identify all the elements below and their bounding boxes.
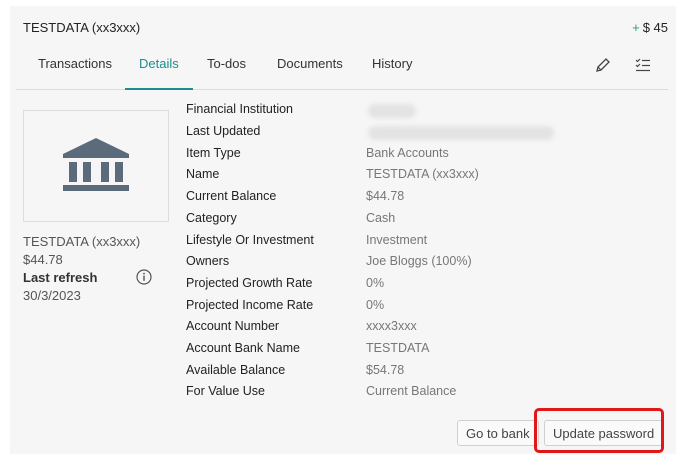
- detail-row: Account Bank Name TESTDATA: [186, 341, 666, 361]
- tab-bar: Transactions Details To-dos Documents Hi…: [16, 46, 668, 90]
- redacted-value: [368, 104, 416, 118]
- detail-row: Last Updated: [186, 124, 666, 144]
- sidebar-account-name: TESTDATA (xx3xxx): [23, 234, 141, 249]
- detail-label: Last Updated: [186, 124, 261, 138]
- detail-label: Projected Growth Rate: [186, 276, 313, 290]
- detail-value: TESTDATA: [366, 341, 430, 355]
- last-refresh-label: Last refresh: [23, 270, 98, 285]
- detail-value: 0%: [366, 276, 385, 290]
- detail-row: Category Cash: [186, 211, 666, 231]
- sidebar-balance: $44.78: [23, 252, 63, 267]
- detail-row: Projected Growth Rate 0%: [186, 276, 666, 296]
- detail-value: $44.78: [366, 189, 405, 203]
- account-card: TESTDATA (xx3xxx) + $ 45 Transactions Det…: [10, 6, 676, 454]
- detail-row: Account Number xxxx3xxx: [186, 319, 666, 339]
- detail-row: Lifestyle Or Investment Investment: [186, 233, 666, 253]
- detail-value: Bank Accounts: [366, 146, 449, 160]
- detail-label: Account Bank Name: [186, 341, 300, 355]
- tab-details[interactable]: Details: [125, 46, 193, 90]
- detail-row: Item Type Bank Accounts: [186, 146, 666, 166]
- go-to-bank-button[interactable]: Go to bank: [457, 420, 539, 446]
- bank-icon: [63, 138, 129, 191]
- last-refresh-date: 30/3/2023: [23, 288, 81, 303]
- detail-value: Cash: [366, 211, 396, 225]
- detail-label: Item Type: [186, 146, 241, 160]
- detail-label: Available Balance: [186, 363, 286, 377]
- detail-value: Current Balance: [366, 384, 457, 398]
- detail-row: Name TESTDATA (xx3xxx): [186, 167, 666, 187]
- detail-value: xxxx3xxx: [366, 319, 417, 333]
- tab-documents[interactable]: Documents: [277, 46, 343, 89]
- detail-value: Joe Bloggs (100%): [366, 254, 472, 268]
- account-title: TESTDATA (xx3xxx): [23, 20, 141, 35]
- detail-row: Available Balance $54.78: [186, 363, 666, 383]
- detail-label: Projected Income Rate: [186, 298, 314, 312]
- detail-label: Lifestyle Or Investment: [186, 233, 314, 247]
- detail-row: Current Balance $44.78: [186, 189, 666, 209]
- detail-label: Name: [186, 167, 220, 181]
- change-amount: $ 45: [642, 20, 668, 35]
- balance-change: + $ 45: [632, 20, 668, 35]
- tab-to-dos[interactable]: To-dos: [207, 46, 246, 89]
- detail-label: Financial Institution: [186, 102, 294, 116]
- checklist-icon[interactable]: [634, 56, 652, 74]
- detail-row: Financial Institution: [186, 102, 666, 122]
- tab-history[interactable]: History: [372, 46, 412, 89]
- detail-value: Investment: [366, 233, 428, 247]
- pencil-icon[interactable]: [594, 56, 612, 74]
- change-sign: +: [632, 20, 640, 35]
- redacted-value: [368, 126, 554, 140]
- highlight-box: [534, 408, 664, 453]
- detail-row: Owners Joe Bloggs (100%): [186, 254, 666, 274]
- detail-value: 0%: [366, 298, 385, 312]
- detail-label: For Value Use: [186, 384, 265, 398]
- detail-row: Projected Income Rate 0%: [186, 298, 666, 318]
- detail-value: $54.78: [366, 363, 405, 377]
- institution-logo: [23, 110, 169, 222]
- detail-value: TESTDATA (xx3xxx): [366, 167, 479, 181]
- detail-label: Category: [186, 211, 237, 225]
- detail-label: Current Balance: [186, 189, 277, 203]
- detail-label: Account Number: [186, 319, 280, 333]
- info-icon[interactable]: [136, 269, 152, 285]
- tab-transactions[interactable]: Transactions: [38, 46, 112, 89]
- detail-label: Owners: [186, 254, 230, 268]
- detail-row: For Value Use Current Balance: [186, 384, 666, 404]
